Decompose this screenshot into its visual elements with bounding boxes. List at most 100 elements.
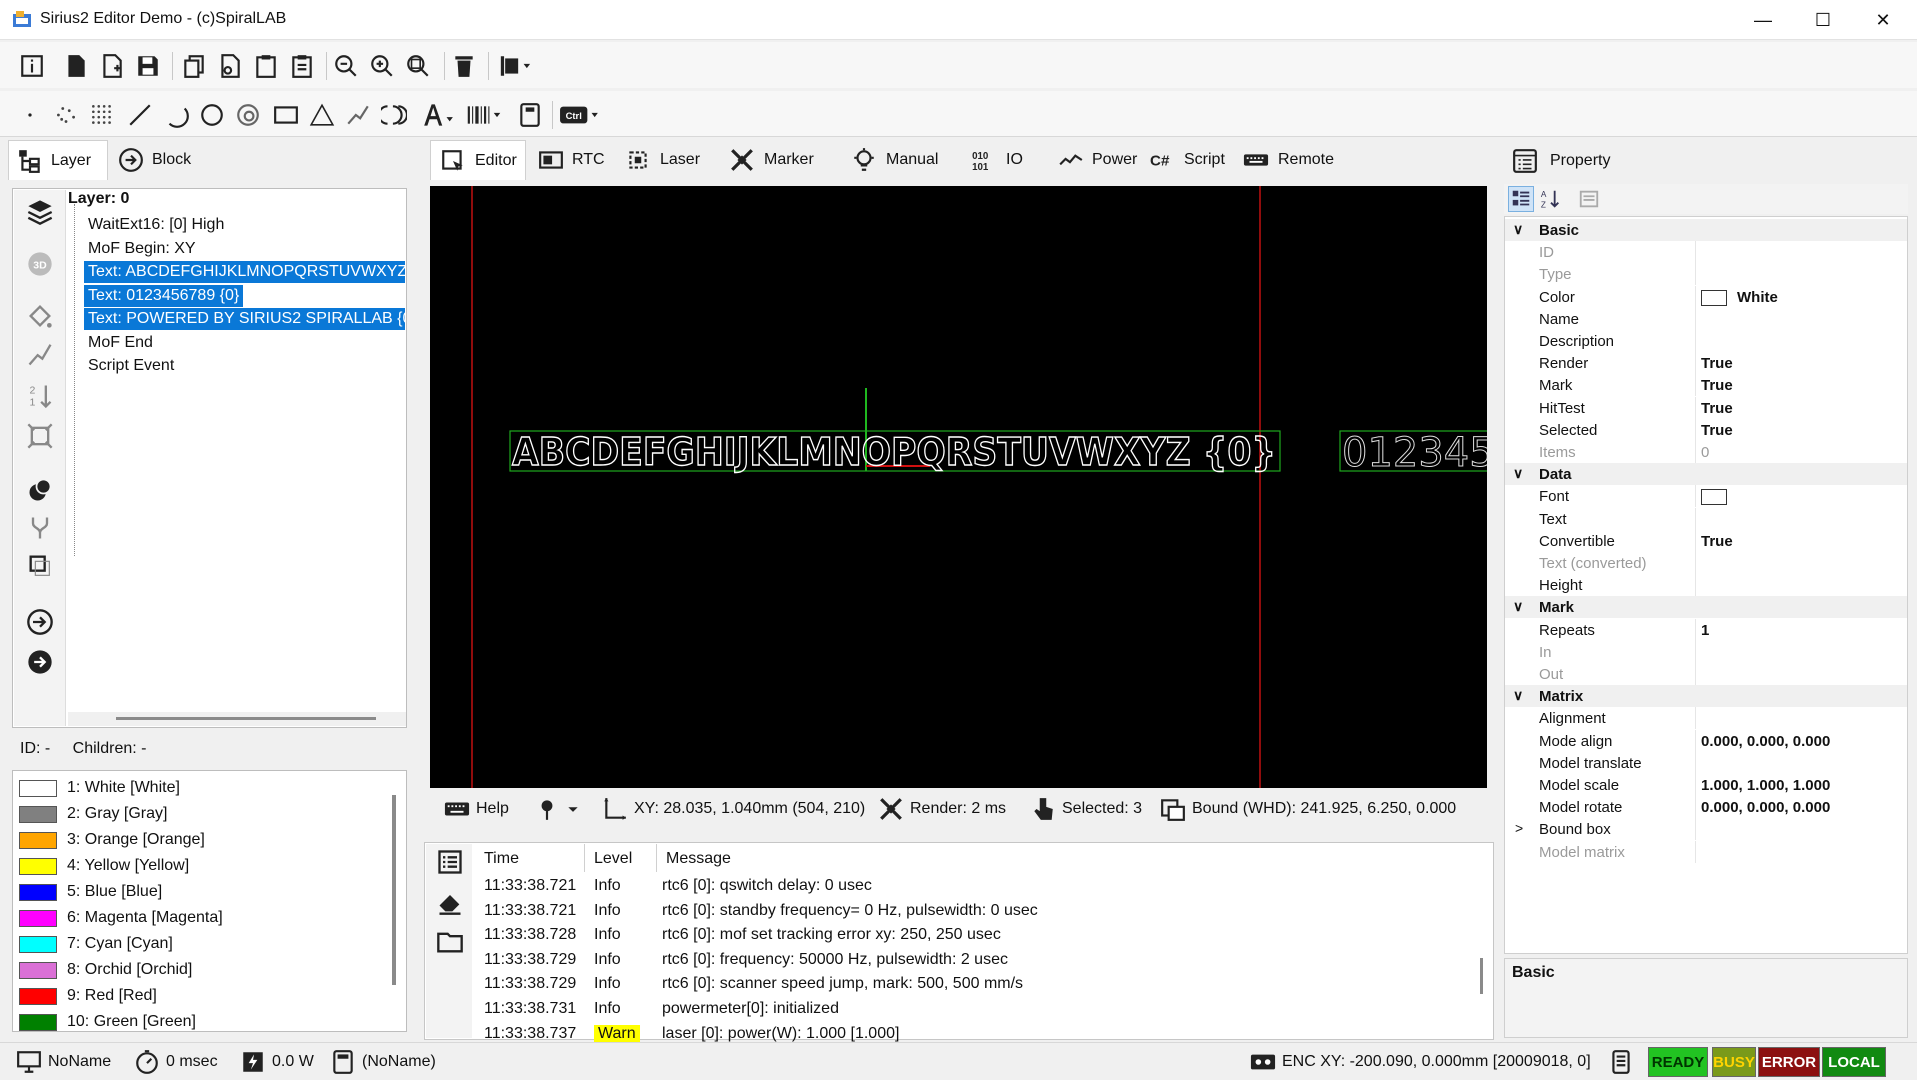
paste-icon[interactable] xyxy=(250,50,282,82)
ctrl-icon[interactable]: Ctrl xyxy=(558,99,602,131)
pen-color-item[interactable]: 6: Magenta [Magenta] xyxy=(19,905,223,931)
property-row[interactable]: Render True xyxy=(1505,352,1907,375)
property-category[interactable]: ∨ Matrix xyxy=(1505,685,1907,708)
tree-item[interactable]: WaitExt16: [0] High xyxy=(84,214,228,236)
line-icon[interactable] xyxy=(124,99,156,131)
log-column-time[interactable]: Time xyxy=(484,850,519,868)
list-icon[interactable] xyxy=(436,848,464,876)
property-value[interactable]: 0.000, 0.000, 0.000 xyxy=(1701,733,1830,750)
property-row[interactable]: Model matrix xyxy=(1505,840,1907,863)
property-row[interactable]: Model translate xyxy=(1505,751,1907,774)
tab-block[interactable]: Block xyxy=(110,140,210,180)
zoom-fit-icon[interactable] xyxy=(402,50,434,82)
bounding-icon[interactable] xyxy=(26,552,54,580)
spiral-icon[interactable] xyxy=(232,99,264,131)
raster-icon[interactable] xyxy=(86,99,118,131)
property-row[interactable]: Description xyxy=(1505,330,1907,352)
property-row[interactable]: Selected True xyxy=(1505,418,1907,441)
property-row[interactable]: In xyxy=(1505,640,1907,663)
canvas-text-digits[interactable]: 0123456 xyxy=(1342,430,1488,477)
pen-color-item[interactable]: 8: Orchid [Orchid] xyxy=(19,957,192,983)
scrollbar-thumb[interactable] xyxy=(116,717,376,720)
text-icon[interactable] xyxy=(418,99,458,131)
barcode-icon[interactable] xyxy=(462,99,506,131)
chevron-down-icon[interactable]: ∨ xyxy=(1513,598,1523,615)
pen-color-item[interactable]: 9: Red [Red] xyxy=(19,983,157,1009)
trepan-icon[interactable] xyxy=(378,99,410,131)
tree-item[interactable]: Text: POWERED BY SIRIUS2 SPIRALLAB {0} xyxy=(84,308,405,330)
property-value[interactable]: 0.000, 0.000, 0.000 xyxy=(1701,799,1830,816)
property-value[interactable]: True xyxy=(1701,533,1733,550)
new-file-icon[interactable] xyxy=(60,50,92,82)
pen-color-item[interactable]: 4: Yellow [Yellow] xyxy=(19,853,189,879)
tree-item[interactable]: MoF Begin: XY xyxy=(84,238,200,260)
path-icon[interactable] xyxy=(342,99,374,131)
paste-clone-icon[interactable] xyxy=(286,50,318,82)
save-icon[interactable] xyxy=(132,50,164,82)
log-row[interactable]: 11:33:38.729 Info rtc6 [0]: frequency: 500… xyxy=(474,948,1472,972)
explode-icon[interactable] xyxy=(26,422,54,450)
color-list-scrollbar[interactable] xyxy=(392,795,396,985)
property-row[interactable]: > Bound box xyxy=(1505,818,1907,841)
property-row[interactable]: HitTest True xyxy=(1505,396,1907,419)
property-row[interactable]: Model rotate 0.000, 0.000, 0.000 xyxy=(1505,796,1907,819)
property-value[interactable]: 1 xyxy=(1701,622,1709,639)
categorized-icon[interactable] xyxy=(1508,186,1534,212)
rectangle-icon[interactable] xyxy=(270,99,302,131)
tab-script[interactable]: C# Script xyxy=(1142,140,1230,180)
group-icon[interactable] xyxy=(26,476,54,504)
property-row[interactable]: Height xyxy=(1505,574,1907,597)
arc-icon[interactable] xyxy=(160,99,192,131)
property-row[interactable]: Mode align 0.000, 0.000, 0.000 xyxy=(1505,729,1907,752)
tab-remote[interactable]: Remote xyxy=(1234,140,1344,180)
log-row[interactable]: 11:33:38.729 Info rtc6 [0]: scanner speed … xyxy=(474,972,1472,996)
editor-canvas[interactable]: ABCDEFGHIJKLMNOPQRSTUVWXYZ {0} 0123456 xyxy=(430,186,1487,788)
log-row[interactable]: 11:33:38.721 Info rtc6 [0]: qswitch delay:… xyxy=(474,874,1472,898)
triangle-icon[interactable] xyxy=(306,99,338,131)
ungroup-icon[interactable] xyxy=(26,514,54,542)
sort-icon[interactable]: 21 xyxy=(26,382,54,410)
property-row[interactable]: Out xyxy=(1505,663,1907,685)
property-row[interactable]: Text (converted) xyxy=(1505,552,1907,574)
property-category[interactable]: ∨ Basic xyxy=(1505,219,1907,241)
point-icon[interactable] xyxy=(14,99,46,131)
tab-io[interactable]: 010 101 IO xyxy=(962,140,1046,180)
property-value[interactable]: True xyxy=(1701,355,1733,372)
canvas-text-alphabet[interactable]: ABCDEFGHIJKLMNOPQRSTUVWXYZ {0} xyxy=(511,429,1276,474)
tree-item[interactable]: Text: 0123456789 {0} xyxy=(84,284,244,307)
property-row[interactable]: Name xyxy=(1505,307,1907,330)
new-file-plus-icon[interactable] xyxy=(96,50,128,82)
chevron-down-icon[interactable]: ∨ xyxy=(1513,221,1523,238)
property-row[interactable]: Text xyxy=(1505,507,1907,530)
import-icon[interactable] xyxy=(26,608,54,636)
pen-color-item[interactable]: 10: Green [Green] xyxy=(19,1009,196,1031)
alphabetical-icon[interactable]: AZ xyxy=(1538,186,1564,212)
property-row[interactable]: ID xyxy=(1505,241,1907,264)
tab-laser[interactable]: Laser xyxy=(616,140,716,180)
layers-icon[interactable] xyxy=(26,198,54,226)
tree-item[interactable]: Script Event xyxy=(84,355,178,377)
pen-color-item[interactable]: 7: Cyan [Cyan] xyxy=(19,931,173,957)
pen-color-item[interactable]: 1: White [White] xyxy=(19,775,180,801)
property-row[interactable]: Repeats 1 xyxy=(1505,618,1907,641)
tab-rtc[interactable]: RTC xyxy=(530,140,612,180)
property-value[interactable]: True xyxy=(1701,400,1733,417)
chevron-down-icon[interactable]: ∨ xyxy=(1513,465,1523,482)
log-row[interactable]: 11:33:38.731 Info powermeter[0]: initializ… xyxy=(474,997,1472,1021)
property-category[interactable]: ∨ Data xyxy=(1505,463,1907,486)
log-column-message[interactable]: Message xyxy=(666,850,731,868)
image-icon[interactable] xyxy=(514,99,546,131)
cut-icon[interactable] xyxy=(214,50,246,82)
property-value[interactable]: White xyxy=(1701,289,1778,306)
property-value[interactable]: 1.000, 1.000, 1.000 xyxy=(1701,777,1830,794)
chevron-down-icon[interactable]: ∨ xyxy=(1513,687,1523,704)
help-button[interactable]: Help xyxy=(444,796,509,822)
property-row[interactable]: Font xyxy=(1505,485,1907,508)
property-row[interactable]: Alignment xyxy=(1505,707,1907,730)
points-icon[interactable] xyxy=(50,99,82,131)
property-value[interactable]: True xyxy=(1701,422,1733,439)
property-category[interactable]: ∨ Mark xyxy=(1505,596,1907,619)
tree-root-layer[interactable]: Layer: 0 xyxy=(68,190,129,208)
property-row[interactable]: Type xyxy=(1505,263,1907,286)
align-icon[interactable] xyxy=(494,50,538,82)
